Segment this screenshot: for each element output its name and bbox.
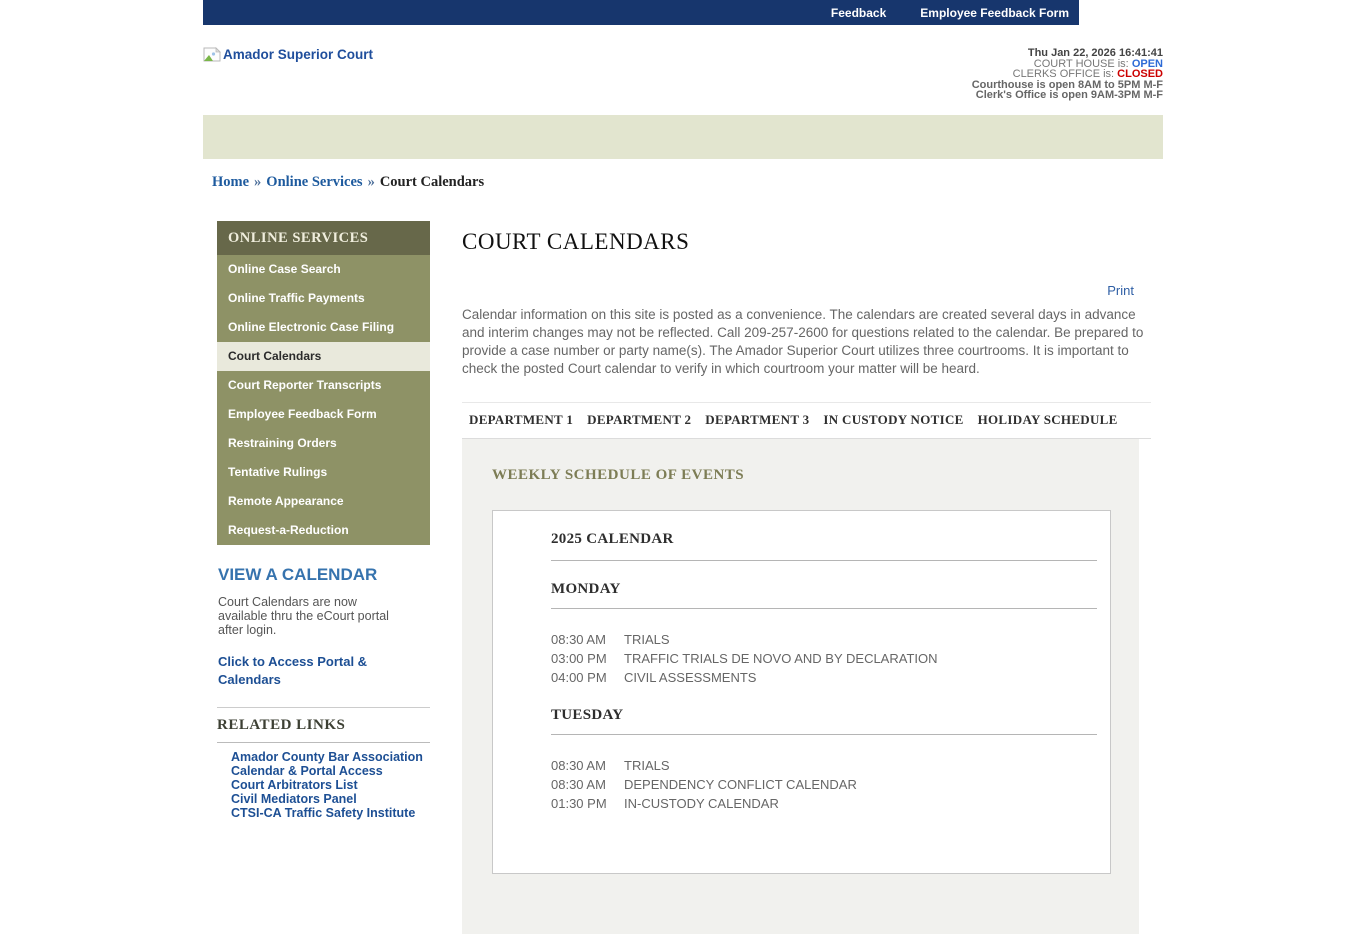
- event-description: IN-CUSTODY CALENDAR: [624, 794, 779, 813]
- department-tab[interactable]: DEPARTMENT 2: [587, 412, 691, 428]
- topbar-link[interactable]: Employee Feedback Form: [920, 6, 1069, 20]
- schedule-event-row: 03:00 PM TRAFFIC TRIALS DE NOVO AND BY D…: [551, 649, 1097, 668]
- view-calendar-title: VIEW A CALENDAR: [218, 565, 430, 585]
- event-description: CIVIL ASSESSMENTS: [624, 668, 756, 687]
- schedule-event-row: 08:30 AM DEPENDENCY CONFLICT CALENDAR: [551, 775, 1097, 794]
- breadcrumb-link[interactable]: Home: [212, 174, 249, 190]
- broken-image-icon: [203, 47, 221, 62]
- breadcrumb-separator: »: [249, 174, 266, 190]
- event-description: TRAFFIC TRIALS DE NOVO AND BY DECLARATIO…: [624, 649, 938, 668]
- schedule-days: MONDAY 08:30 AM TRIALS: [551, 581, 1097, 813]
- schedule-event-row: 08:30 AM TRIALS: [551, 756, 1097, 775]
- day-heading: MONDAY: [551, 581, 1097, 609]
- department-tab[interactable]: DEPARTMENT 3: [705, 412, 809, 428]
- day-events: 08:30 AM TRIALS 03:00 PM TRAFFIC TRIALS …: [551, 630, 1097, 687]
- sidebar-menu-item[interactable]: Employee Feedback Form: [217, 400, 430, 429]
- sidebar-menu-item[interactable]: Court Reporter Transcripts: [217, 371, 430, 400]
- day-section: MONDAY 08:30 AM TRIALS: [551, 581, 1097, 687]
- calendar-year-title: 2025 CALENDAR: [551, 525, 1097, 561]
- site-header: Amador Superior Court Thu Jan 22, 2026 1…: [203, 25, 1163, 115]
- schedule-event-row: 08:30 AM TRIALS: [551, 630, 1097, 649]
- utility-topbar: Feedback Employee Feedback Form: [203, 0, 1079, 25]
- clerks-hours: Clerk's Office is open 9AM-3PM M-F: [972, 90, 1163, 101]
- event-time: 08:30 AM: [551, 630, 613, 649]
- related-link[interactable]: Court Arbitrators List: [231, 778, 430, 792]
- department-tab[interactable]: DEPARTMENT 1: [469, 412, 573, 428]
- related-link[interactable]: Civil Mediators Panel: [231, 792, 430, 806]
- sidebar-menu-item[interactable]: Online Case Search: [217, 255, 430, 284]
- event-time: 08:30 AM: [551, 756, 613, 775]
- related-link[interactable]: Amador County Bar Association: [231, 750, 430, 764]
- breadcrumb-part: Home»: [212, 174, 266, 190]
- breadcrumb-link[interactable]: Online Services: [266, 174, 362, 190]
- content-columns: ONLINE SERVICES Online Case Search Onlin…: [203, 221, 1163, 934]
- sidebar-menu-item[interactable]: Request-a-Reduction: [217, 516, 430, 545]
- sidebar-menu-item[interactable]: Tentative Rulings: [217, 458, 430, 487]
- schedule-event-row: 01:30 PM IN-CUSTODY CALENDAR: [551, 794, 1097, 813]
- page-container: Feedback Employee Feedback Form Amador Su…: [203, 0, 1163, 934]
- view-calendar-text: Court Calendars are now available thru t…: [218, 595, 408, 637]
- related-links-list: Amador County Bar AssociationCalendar & …: [217, 743, 430, 820]
- breadcrumb-current: Court Calendars: [380, 174, 484, 190]
- portal-access-link[interactable]: Click to Access Portal & Calendars: [218, 654, 367, 687]
- day-heading: TUESDAY: [551, 707, 1097, 735]
- print-row: Print: [462, 282, 1134, 300]
- nav-band: [203, 115, 1163, 159]
- sidebar-menu-item[interactable]: Court Calendars: [217, 342, 430, 371]
- schedule-section-title: WEEKLY SCHEDULE OF EVENTS: [492, 467, 1111, 484]
- day-events: 08:30 AM TRIALS 08:30 AM DEPENDENCY CONF…: [551, 756, 1097, 813]
- page-title: COURT CALENDARS: [462, 229, 1163, 255]
- event-description: TRIALS: [624, 630, 670, 649]
- calendar-card: 2025 CALENDAR MONDAY 08:30 AM: [492, 510, 1111, 874]
- event-description: TRIALS: [624, 756, 670, 775]
- intro-paragraph: Calendar information on this site is pos…: [462, 306, 1151, 378]
- related-link[interactable]: Calendar & Portal Access: [231, 764, 430, 778]
- clerks-status-line: CLERKS OFFICE is: CLOSED: [972, 69, 1163, 80]
- event-time: 04:00 PM: [551, 668, 613, 687]
- breadcrumb-part: Online Services»: [266, 174, 380, 190]
- print-link[interactable]: Print: [1107, 283, 1134, 298]
- view-a-calendar-section: VIEW A CALENDAR Court Calendars are now …: [217, 565, 430, 689]
- event-description: DEPENDENCY CONFLICT CALENDAR: [624, 775, 857, 794]
- logo-text: Amador Superior Court: [223, 47, 373, 62]
- breadcrumb-part: Court Calendars: [380, 174, 484, 190]
- day-section: TUESDAY 08:30 AM TRIALS: [551, 707, 1097, 813]
- event-time: 01:30 PM: [551, 794, 613, 813]
- topbar-link[interactable]: Feedback: [831, 6, 886, 20]
- sidebar-menu-item[interactable]: Remote Appearance: [217, 487, 430, 516]
- sidebar: ONLINE SERVICES Online Case Search Onlin…: [217, 221, 430, 934]
- department-tabs: DEPARTMENT 1 DEPARTMENT 2 DEPARTMENT 3 IN C…: [462, 402, 1151, 439]
- department-tab[interactable]: HOLIDAY SCHEDULE: [978, 412, 1118, 428]
- schedule-event-row: 04:00 PM CIVIL ASSESSMENTS: [551, 668, 1097, 687]
- department-tab[interactable]: IN CUSTODY NOTICE: [823, 412, 963, 428]
- breadcrumb: Home»Online Services»Court Calendars: [203, 159, 1163, 191]
- event-time: 08:30 AM: [551, 775, 613, 794]
- online-services-menu: ONLINE SERVICES Online Case Search Onlin…: [217, 221, 430, 545]
- breadcrumb-separator: »: [363, 174, 380, 190]
- related-links-title: RELATED LINKS: [217, 708, 430, 743]
- sidebar-menu-items: Online Case Search Online Traffic Paymen…: [217, 255, 430, 545]
- sidebar-menu-item[interactable]: Online Traffic Payments: [217, 284, 430, 313]
- event-time: 03:00 PM: [551, 649, 613, 668]
- site-logo[interactable]: Amador Superior Court: [203, 47, 373, 62]
- sidebar-menu-item[interactable]: Restraining Orders: [217, 429, 430, 458]
- court-status-block: Thu Jan 22, 2026 16:41:41 COURT HOUSE is…: [972, 48, 1163, 101]
- sidebar-menu-item[interactable]: Online Electronic Case Filing: [217, 313, 430, 342]
- main-content: COURT CALENDARS Print Calendar informati…: [462, 221, 1163, 934]
- related-link[interactable]: CTSI-CA Traffic Safety Institute: [231, 806, 430, 820]
- schedule-panel: WEEKLY SCHEDULE OF EVENTS 2025 CALENDAR …: [462, 439, 1139, 934]
- sidebar-menu-title: ONLINE SERVICES: [217, 221, 430, 255]
